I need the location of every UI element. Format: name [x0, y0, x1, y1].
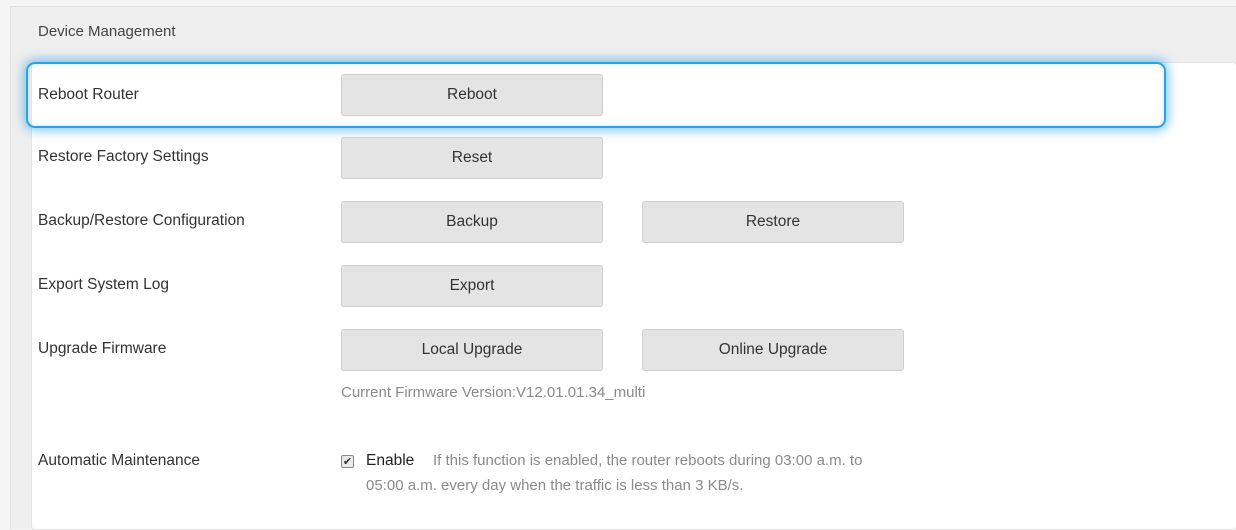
backup-restore-configuration-label: Backup/Restore Configuration — [38, 212, 245, 229]
reboot-button[interactable]: Reboot — [341, 74, 603, 116]
upgrade-firmware-label: Upgrade Firmware — [38, 340, 167, 357]
maintenance-description-line1: If this function is enabled, the router … — [433, 452, 863, 469]
checkbox-checked-icon: ✔ — [342, 455, 353, 468]
online-upgrade-button[interactable]: Online Upgrade — [642, 329, 904, 371]
maintenance-description-line2: 05:00 a.m. every day when the traffic is… — [366, 477, 744, 494]
device-management-panel: Device Management — [10, 6, 1236, 530]
export-button[interactable]: Export — [341, 265, 603, 307]
restore-factory-settings-label: Restore Factory Settings — [38, 148, 209, 165]
backup-button[interactable]: Backup — [341, 201, 603, 243]
panel-title: Device Management — [38, 23, 176, 40]
enable-checkbox[interactable]: ✔ — [341, 455, 354, 468]
reset-button[interactable]: Reset — [341, 137, 603, 179]
firmware-version-text: Current Firmware Version:V12.01.01.34_mu… — [341, 384, 646, 401]
local-upgrade-button[interactable]: Local Upgrade — [341, 329, 603, 371]
enable-label[interactable]: Enable — [366, 452, 414, 470]
automatic-maintenance-label: Automatic Maintenance — [38, 452, 200, 469]
export-system-log-label: Export System Log — [38, 276, 169, 293]
restore-button[interactable]: Restore — [642, 201, 904, 243]
reboot-router-label: Reboot Router — [38, 86, 139, 103]
